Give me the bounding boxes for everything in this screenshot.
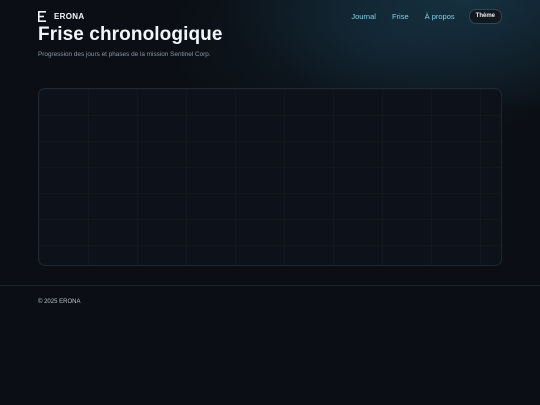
main-nav: Journal Frise À propos Thème	[351, 8, 502, 24]
footer-copyright: © 2025 ERONA	[38, 299, 81, 305]
brand[interactable]: ERONA	[38, 10, 85, 22]
timeline-panel[interactable]	[38, 88, 502, 266]
nav-link-journal[interactable]: Journal	[351, 12, 376, 21]
nav-link-frise[interactable]: Frise	[392, 12, 409, 21]
page: ERONA Journal Frise À propos Thème Frise…	[0, 0, 540, 405]
logo-icon	[38, 10, 46, 22]
theme-toggle-button[interactable]: Thème	[468, 8, 502, 24]
page-subtitle: Progression des jours et phases de la mi…	[38, 51, 211, 58]
top-header: ERONA Journal Frise À propos Thème	[38, 8, 502, 24]
brand-name: ERONA	[54, 11, 85, 21]
footer-divider	[0, 285, 540, 286]
page-title: Frise chronologique	[38, 24, 223, 45]
nav-link-a-propos[interactable]: À propos	[425, 12, 455, 21]
